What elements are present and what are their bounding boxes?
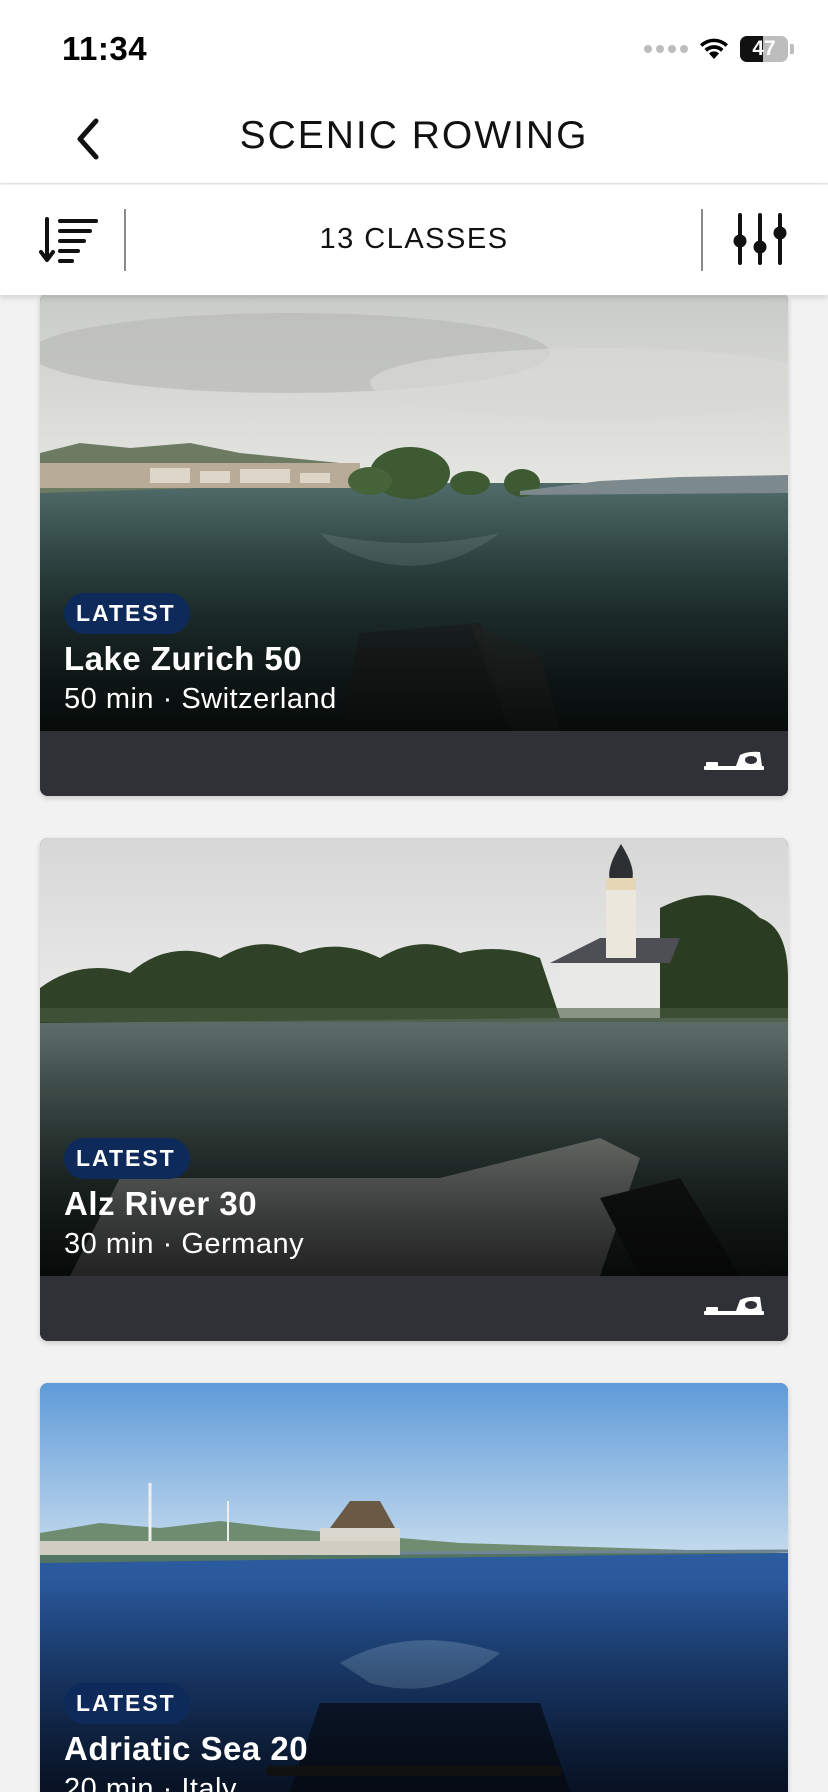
home-indicator[interactable] <box>266 1766 562 1776</box>
cellular-signal-icon <box>644 45 688 53</box>
filter-button[interactable] <box>730 211 790 267</box>
rowing-machine-icon <box>704 1296 764 1315</box>
class-meta: 20 min · Italy <box>64 1773 237 1792</box>
status-indicators: 47 <box>644 34 794 64</box>
class-meta: 50 min · Switzerland <box>64 683 337 715</box>
sort-descending-icon <box>39 217 98 263</box>
status-time: 11:34 <box>62 30 148 67</box>
class-thumbnail: LATEST Alz River 30 30 min · Germany <box>40 838 788 1276</box>
class-title: Lake Zurich 50 <box>64 640 303 677</box>
page-title: SCENIC ROWING <box>239 114 589 157</box>
class-title: Alz River 30 <box>64 1185 258 1222</box>
latest-badge: LATEST <box>64 1683 190 1724</box>
sort-button[interactable] <box>38 213 100 267</box>
class-thumbnail: LATEST Lake Zurich 50 50 min · Switzerla… <box>40 295 788 731</box>
class-title: Adriatic Sea 20 <box>64 1730 309 1767</box>
class-list: LATEST Lake Zurich 50 50 min · Switzerla… <box>0 295 828 1792</box>
latest-badge: LATEST <box>64 1138 190 1179</box>
class-card[interactable]: LATEST Alz River 30 30 min · Germany <box>40 838 788 1341</box>
divider <box>701 209 703 271</box>
battery-icon: 47 <box>740 36 788 62</box>
class-thumbnail: LATEST Adriatic Sea 20 20 min · Italy <box>40 1383 788 1792</box>
class-card[interactable]: LATEST Lake Zurich 50 50 min · Switzerla… <box>40 295 788 796</box>
card-footer <box>40 1276 788 1341</box>
class-count: 13 CLASSES <box>319 223 509 255</box>
battery-tip <box>790 44 794 54</box>
battery-level: 47 <box>752 37 776 60</box>
filter-bar: 13 CLASSES <box>0 185 828 295</box>
rowing-machine-icon <box>704 751 764 770</box>
class-meta: 30 min · Germany <box>64 1228 305 1260</box>
nav-bar: SCENIC ROWING <box>0 92 828 184</box>
latest-badge: LATEST <box>64 593 190 634</box>
status-bar: 11:34 47 <box>0 0 828 92</box>
class-card[interactable]: LATEST Adriatic Sea 20 20 min · Italy <box>40 1383 788 1792</box>
card-footer <box>40 731 788 796</box>
wifi-icon <box>700 38 728 59</box>
sliders-icon <box>733 213 787 265</box>
